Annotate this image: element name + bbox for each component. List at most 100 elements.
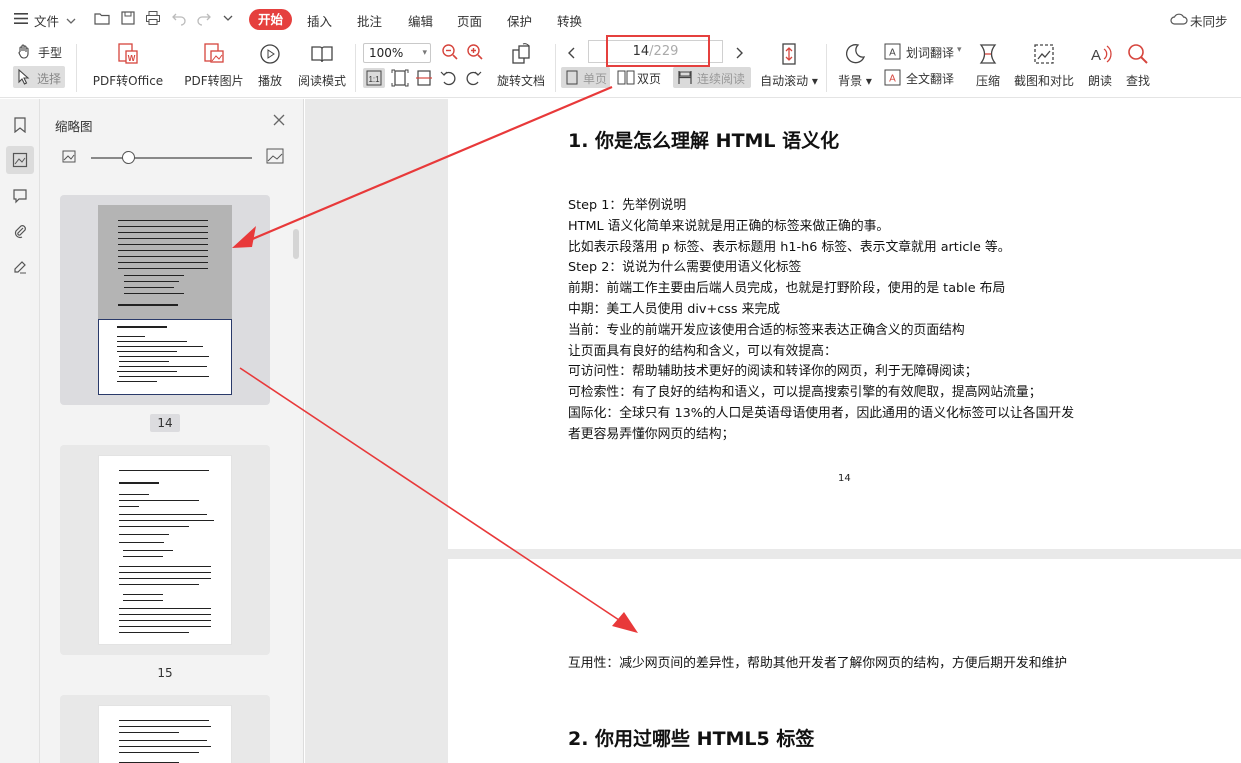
thumbnail-icon[interactable] <box>6 146 34 174</box>
select-label: 选择 <box>37 72 62 86</box>
tab-edit[interactable]: 编辑 <box>408 11 433 30</box>
background-label: 背景 ▾ <box>838 74 872 88</box>
zoom-select[interactable]: 100% ▾ <box>363 43 431 63</box>
tab-protect[interactable]: 保护 <box>507 11 532 30</box>
paragraph-line: 可检索性：有了良好的结构和语义，可以提高搜索引擎的有效爬取，提高网站流量； <box>568 385 1042 401</box>
comment-icon[interactable] <box>6 182 34 210</box>
find-button[interactable]: 查找 <box>1123 42 1153 89</box>
zoom-in-icon[interactable] <box>466 43 484 64</box>
background-button[interactable]: 背景 ▾ <box>836 42 874 89</box>
tab-annotate[interactable]: 批注 <box>357 11 382 30</box>
document-view[interactable]: 1. 你是怎么理解 HTML 语义化 Step 1：先举例说明 HTML 语义化… <box>305 99 1241 763</box>
thumbnail-page-15[interactable] <box>60 445 270 655</box>
full-translate-icon: A <box>884 69 901 89</box>
play-button[interactable]: 播放 <box>254 42 286 89</box>
moon-icon <box>836 42 874 69</box>
pdf-to-image-button[interactable]: PDF转图片 <box>181 42 247 89</box>
thumbnail-page-16[interactable] <box>60 695 270 763</box>
svg-text:A: A <box>1091 47 1101 64</box>
cloud-sync-icon[interactable] <box>1170 12 1188 29</box>
tab-convert[interactable]: 转换 <box>557 11 582 30</box>
document-page-14: 1. 你是怎么理解 HTML 语义化 Step 1：先举例说明 HTML 语义化… <box>448 99 1241 549</box>
rotate-left-icon[interactable] <box>440 69 458 90</box>
double-page-button[interactable]: 双页 <box>615 67 667 88</box>
select-tool[interactable]: 选择 <box>13 66 65 88</box>
large-image-icon[interactable] <box>266 148 284 167</box>
menu-file[interactable]: 文件 <box>34 11 59 30</box>
page-number-footer: 14 <box>838 473 851 484</box>
tab-page[interactable]: 页面 <box>457 11 482 30</box>
thumbnail-size-slider[interactable] <box>91 157 252 159</box>
thumbnail-page-image <box>98 455 232 645</box>
read-aloud-button[interactable]: A 朗读 <box>1085 42 1115 89</box>
double-page-label: 双页 <box>637 72 662 86</box>
thumbnail-panel: 缩略图 14 15 <box>40 99 304 763</box>
rotate-document-button[interactable]: 旋转文档 <box>494 42 548 89</box>
bookmark-icon[interactable] <box>6 111 34 139</box>
double-page-icon <box>617 70 635 88</box>
single-page-label: 单页 <box>583 72 608 86</box>
continuous-read-icon <box>677 70 693 88</box>
sync-status[interactable]: 未同步 <box>1190 11 1228 30</box>
word-translate-icon: A <box>884 43 901 63</box>
word-translate-label: 划词翻译 <box>906 46 955 60</box>
print-icon[interactable] <box>145 10 161 26</box>
hamburger-icon[interactable] <box>14 12 29 28</box>
dropdown-arrow: ▾ <box>957 45 962 55</box>
pdf-to-image-icon <box>181 42 247 69</box>
paragraph-line: 比如表示段落用 p 标签、表示标题用 h1-h6 标签、表示文章就用 artic… <box>568 239 1011 255</box>
compress-button[interactable]: 压缩 <box>973 42 1003 89</box>
search-icon <box>1123 42 1153 69</box>
full-translate-label: 全文翻译 <box>906 72 955 86</box>
auto-scroll-button[interactable]: 自动滚动 ▾ <box>759 42 819 89</box>
chevron-down-icon[interactable] <box>66 14 76 28</box>
tab-start[interactable]: 开始 <box>249 9 292 30</box>
small-image-icon[interactable] <box>62 150 76 166</box>
rotate-document-icon <box>494 42 548 69</box>
word-translate-button[interactable]: A 划词翻译 ▾ <box>884 43 966 61</box>
read-aloud-label: 朗读 <box>1087 74 1112 88</box>
zoom-out-icon[interactable] <box>441 43 459 64</box>
pdf-to-office-button[interactable]: W PDF转Office <box>88 42 168 89</box>
continuous-read-button[interactable]: 连续阅读 <box>673 67 751 88</box>
tab-insert[interactable]: 插入 <box>307 11 332 30</box>
pdf-to-image-label: PDF转图片 <box>184 74 244 88</box>
svg-text:A: A <box>889 74 896 85</box>
save-icon[interactable] <box>120 10 136 26</box>
hand-label: 手型 <box>38 46 63 60</box>
rotate-right-icon[interactable] <box>464 69 482 90</box>
single-page-button[interactable]: 单页 <box>561 67 610 88</box>
open-folder-icon[interactable] <box>94 10 110 26</box>
attachment-icon[interactable] <box>6 217 34 245</box>
more-chevron-icon[interactable] <box>222 10 238 26</box>
slider-handle[interactable] <box>122 151 135 164</box>
fit-page-icon[interactable] <box>391 69 409 90</box>
screenshot-compare-icon <box>1011 42 1077 69</box>
paragraph-line: 互用性：减少网页间的差异性，帮助其他开发者了解你网页的结构，方便后期开发和维护 <box>568 656 1068 671</box>
pdf-to-word-icon: W <box>88 42 168 69</box>
zoom-value: 100% <box>369 46 404 60</box>
auto-scroll-icon <box>759 42 819 69</box>
page-number-highlight <box>606 35 710 67</box>
redo-icon[interactable] <box>196 10 212 26</box>
screenshot-compare-button[interactable]: 截图和对比 <box>1011 42 1077 89</box>
fit-width-icon[interactable] <box>415 69 433 90</box>
rotate-document-label: 旋转文档 <box>496 74 545 88</box>
actual-size-icon[interactable]: 1:1 <box>363 68 385 88</box>
next-page-icon[interactable] <box>733 46 745 63</box>
close-icon[interactable] <box>272 113 286 127</box>
thumbnail-page-number: 14 <box>150 414 180 432</box>
prev-page-icon[interactable] <box>566 46 578 63</box>
thumbnail-page-image <box>98 205 232 395</box>
full-translate-button[interactable]: A 全文翻译 <box>884 69 964 87</box>
thumbnail-page-14[interactable] <box>60 195 270 405</box>
compress-icon <box>973 42 1003 69</box>
thumbnail-scrollbar[interactable] <box>293 229 299 259</box>
paragraph-line: 国际化：全球只有 13%的人口是英语母语使用者，因此通用的语义化标签可以让各国开… <box>568 406 1074 421</box>
signature-icon[interactable] <box>6 253 34 281</box>
speaker-icon: A <box>1085 42 1115 69</box>
play-label: 播放 <box>257 74 282 88</box>
undo-icon[interactable] <box>171 10 187 26</box>
paragraph-line: HTML 语义化简单来说就是用正确的标签来做正确的事。 <box>568 218 890 234</box>
read-mode-button[interactable]: 阅读模式 <box>296 42 348 89</box>
